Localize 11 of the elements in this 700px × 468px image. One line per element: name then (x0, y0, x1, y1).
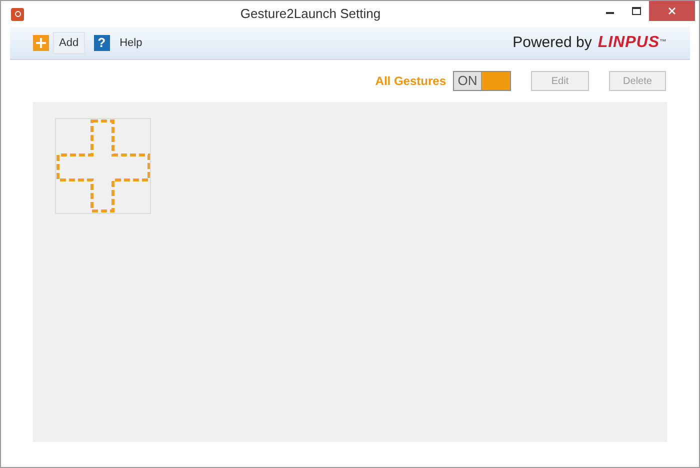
cross-gesture-icon (56, 119, 150, 213)
app-icon (11, 8, 24, 20)
all-gestures-label: All Gestures (375, 73, 446, 90)
help-button[interactable]: ? Help (94, 34, 142, 52)
gesture-toggle[interactable]: ON (453, 71, 511, 91)
plus-icon (33, 35, 49, 51)
close-icon (668, 7, 676, 15)
gesture-thumbnail[interactable] (55, 118, 151, 214)
powered-by-text: Powered by (512, 32, 592, 53)
window-title: Gesture2Launch Setting (239, 5, 382, 24)
brand-logo: LINPUS$^{™}$ (598, 33, 667, 53)
